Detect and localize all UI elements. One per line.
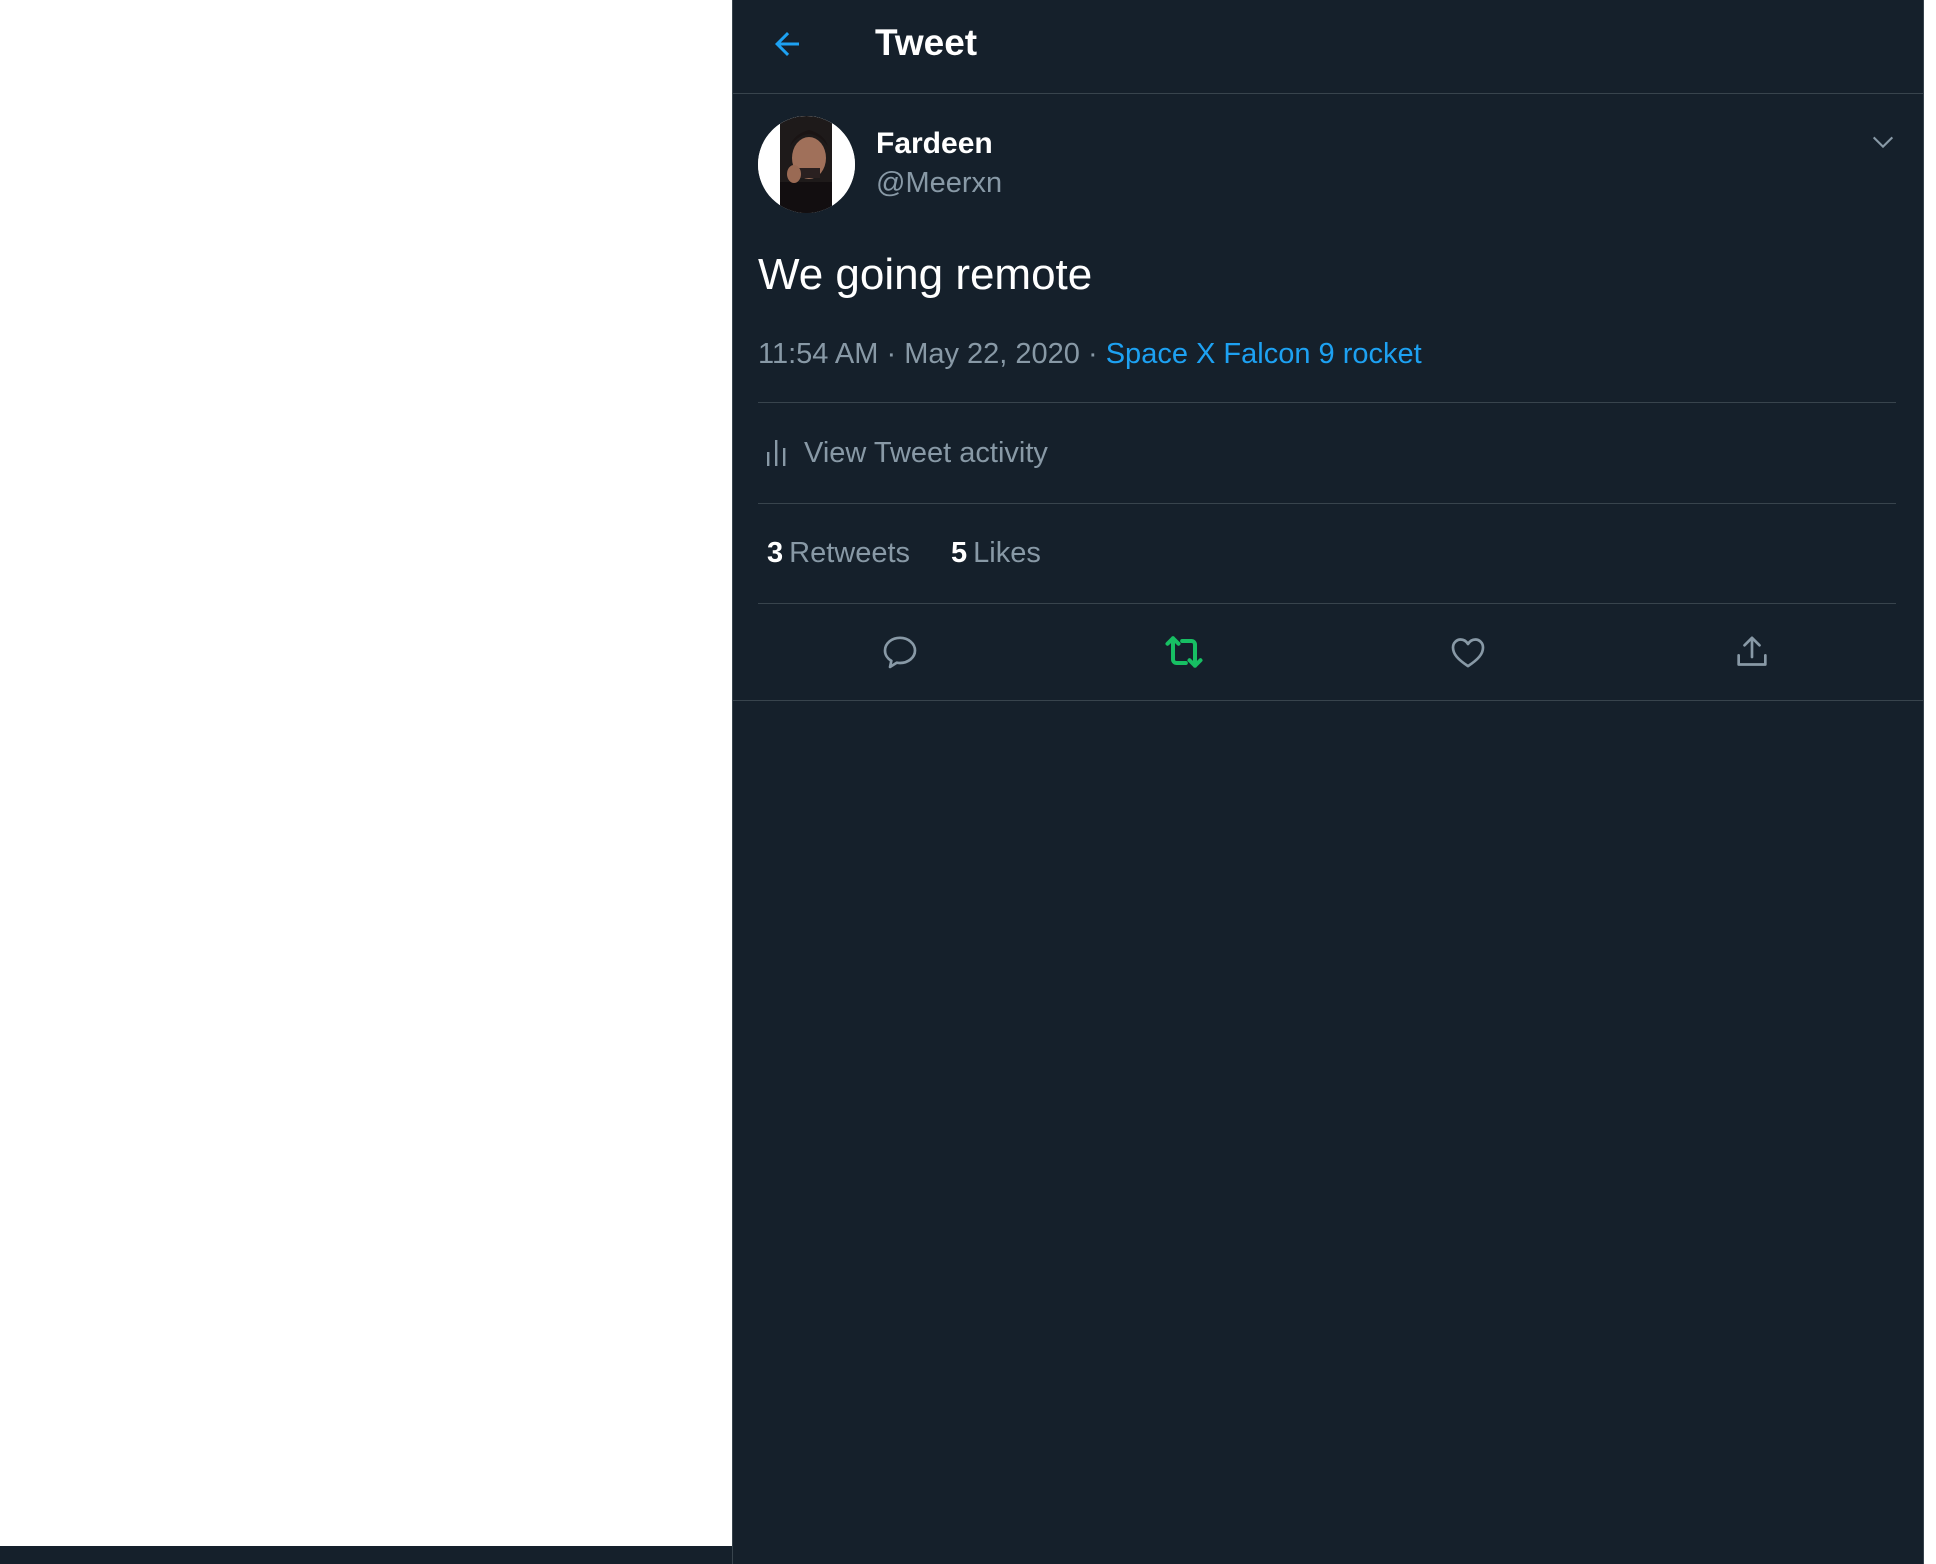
chevron-down-icon (1869, 128, 1897, 156)
tweet-date[interactable]: May 22, 2020 (904, 338, 1080, 370)
tweet-time[interactable]: 11:54 AM (758, 338, 878, 370)
reply-icon (880, 632, 920, 672)
profile-photo (758, 116, 855, 213)
activity-label: View Tweet activity (804, 436, 1048, 469)
reply-button[interactable] (874, 626, 926, 678)
heart-icon (1448, 632, 1488, 672)
share-button[interactable] (1726, 626, 1778, 678)
right-edge (1924, 0, 1936, 1564)
tweet-text: We going remote (758, 250, 1093, 299)
retweets-stat[interactable]: 3 Retweets (767, 537, 910, 570)
retweets-label: Retweets (789, 536, 911, 569)
tweet-source-link[interactable]: Space X Falcon 9 rocket (1106, 338, 1422, 370)
back-button[interactable] (761, 18, 813, 70)
left-blank-area (0, 0, 732, 1546)
retweet-icon (1162, 630, 1206, 674)
likes-stat[interactable]: 5 Likes (951, 537, 1041, 570)
header: Tweet (733, 0, 1923, 94)
arrow-left-icon (769, 26, 805, 62)
meta-separator: · (886, 338, 897, 370)
retweet-button[interactable] (1158, 626, 1210, 678)
author-handle[interactable]: @Meerxn (876, 163, 1002, 203)
meta-separator: · (1087, 338, 1098, 370)
engagement-stats: 3 Retweets 5 Likes (758, 503, 1073, 603)
tweet-panel: Tweet Fardeen @Meerxn We going remote 11… (732, 0, 1924, 1564)
retweets-count: 3 (767, 536, 784, 569)
bottom-strip (0, 1546, 732, 1564)
share-icon (1732, 632, 1772, 672)
avatar[interactable] (758, 116, 855, 213)
action-bar (733, 604, 1923, 701)
page-title: Tweet (875, 22, 978, 63)
likes-count: 5 (951, 536, 968, 569)
more-options-button[interactable] (1863, 122, 1903, 162)
tweet-meta: 11:54 AM · May 22, 2020 · Space X Falcon… (758, 334, 1422, 374)
author-name[interactable]: Fardeen (876, 124, 993, 164)
screen: Tweet Fardeen @Meerxn We going remote 11… (0, 0, 1936, 1564)
view-tweet-activity-link[interactable]: View Tweet activity (758, 403, 1896, 503)
like-button[interactable] (1442, 626, 1494, 678)
bar-chart-icon (764, 436, 788, 470)
likes-label: Likes (973, 536, 1041, 569)
